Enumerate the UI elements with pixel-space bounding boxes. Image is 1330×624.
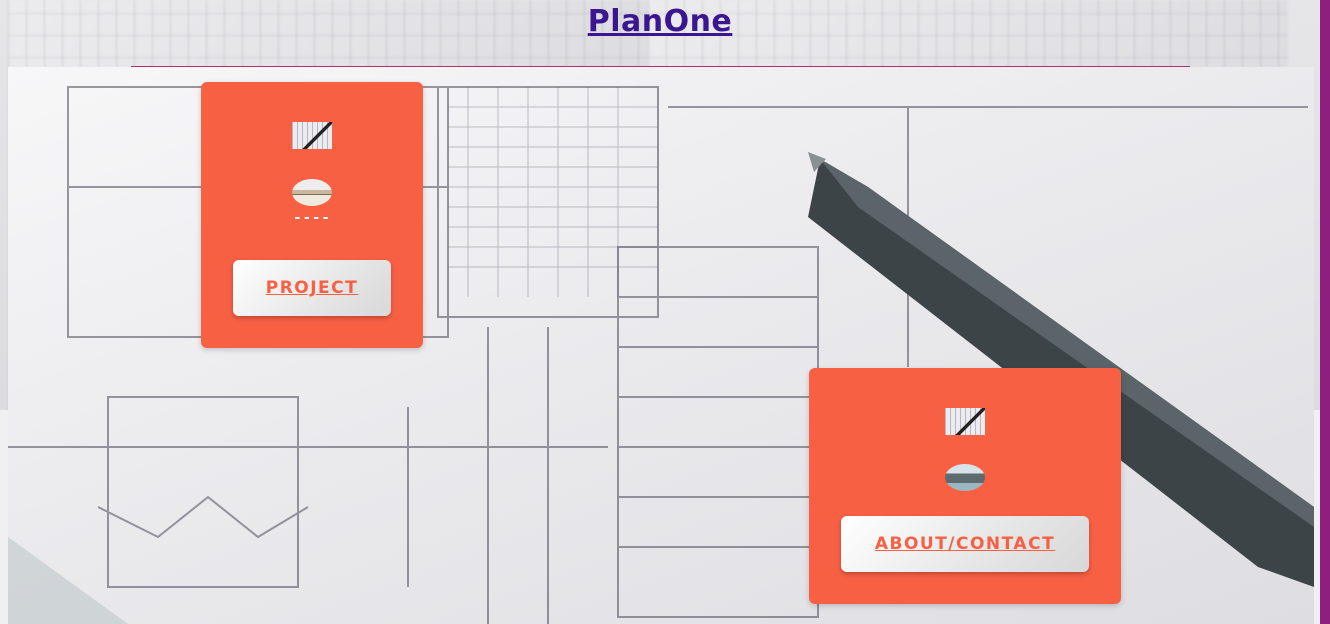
project-card: ---- PROJECT <box>201 82 423 348</box>
about-card: ABOUT/CONTACT <box>809 368 1121 604</box>
interior-photo-icon <box>292 179 332 206</box>
ruler-illustration <box>8 537 128 624</box>
header-divider <box>131 66 1190 67</box>
team-photo-icon <box>945 464 985 491</box>
blueprint-thumbnail-icon <box>292 122 332 149</box>
page-accent-edge <box>1320 0 1330 624</box>
project-button[interactable]: PROJECT <box>233 260 391 316</box>
project-card-caption: ---- <box>293 210 331 226</box>
about-contact-button[interactable]: ABOUT/CONTACT <box>841 516 1089 572</box>
blueprint-thumbnail-icon <box>945 408 985 435</box>
site-title-link[interactable]: PlanOne <box>0 4 1320 39</box>
